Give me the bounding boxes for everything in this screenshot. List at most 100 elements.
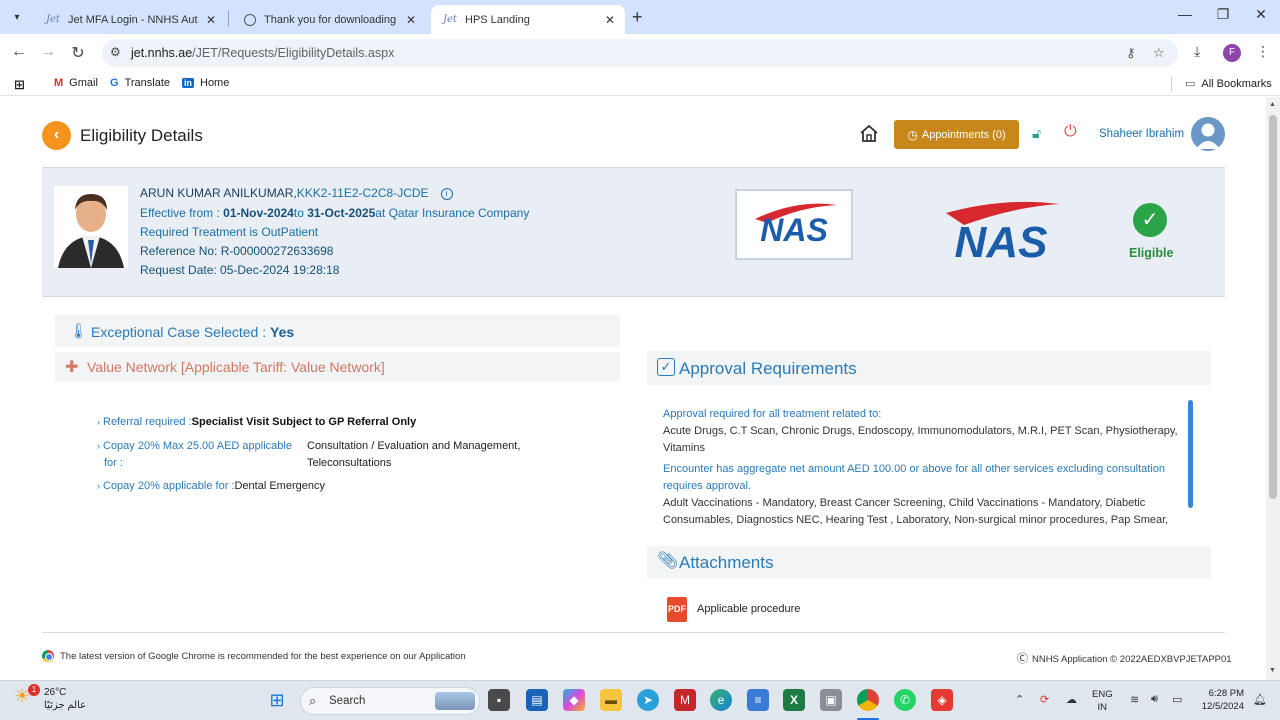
- file-explorer-icon[interactable]: ▬: [600, 689, 622, 711]
- close-icon[interactable]: ✕: [404, 13, 418, 27]
- notification-bell-icon[interactable]: 🔔︎: [1253, 693, 1267, 706]
- appointments-icon: ◷: [907, 127, 918, 142]
- bookmark-gmail[interactable]: M Gmail: [54, 77, 98, 89]
- tab-label: Thank you for downloading An: [264, 13, 398, 26]
- close-icon[interactable]: ✕: [204, 13, 218, 27]
- all-bookmarks[interactable]: ▭ All Bookmarks: [1185, 77, 1272, 91]
- tab-jet-mfa[interactable]: Jet Jet MFA Login - NNHS Authenti ✕: [34, 5, 226, 34]
- thermometer-icon: 🌡︎: [69, 323, 89, 340]
- exceptional-case-bar: 🌡︎ Exceptional Case Selected : Yes: [55, 315, 620, 347]
- download-icon[interactable]: ⤓: [1194, 43, 1200, 60]
- address-bar[interactable]: ⚙ jet.nnhs.ae/JET/Requests/EligibilityDe…: [102, 39, 1178, 67]
- chrome-taskbar-icon[interactable]: [857, 689, 879, 711]
- insurer-logo-small: NAS: [735, 189, 853, 260]
- scroll-up-icon[interactable]: ▲: [1269, 101, 1276, 108]
- menu-icon[interactable]: ⋮: [1256, 43, 1270, 60]
- onedrive-icon[interactable]: ☁: [1066, 693, 1077, 706]
- back-icon[interactable]: ←: [9, 43, 29, 61]
- photos-icon[interactable]: ▣: [820, 689, 842, 711]
- chrome-icon: [42, 650, 54, 662]
- bookmark-star-icon[interactable]: ☆: [1153, 45, 1165, 61]
- translate-icon: G: [110, 77, 119, 89]
- chevron-right-icon: ›: [97, 441, 100, 451]
- scroll-thumb[interactable]: [1269, 115, 1277, 499]
- tab-label: Jet MFA Login - NNHS Authenti: [68, 13, 198, 26]
- tab-label: HPS Landing: [465, 13, 530, 26]
- copilot-icon[interactable]: ◆: [563, 689, 585, 711]
- user-name[interactable]: Shaheer Ibrahim: [1099, 128, 1184, 140]
- close-icon[interactable]: ✕: [603, 13, 617, 27]
- attachment-link[interactable]: Applicable procedure: [697, 603, 800, 615]
- whatsapp-icon[interactable]: ✆: [894, 689, 916, 711]
- bookmark-home[interactable]: in Home: [182, 77, 229, 89]
- profile-avatar[interactable]: F: [1223, 44, 1241, 62]
- svg-text:NAS: NAS: [760, 212, 828, 248]
- bookmarks-bar: ⊞ M Gmail G Translate in Home ▭ All Book…: [0, 72, 1280, 96]
- patient-name-line: ARUN KUMAR ANILKUMAR,KKK2-11E2-C2C8-JCDE…: [140, 186, 453, 200]
- forward-icon[interactable]: →: [38, 43, 58, 61]
- treatment-line: Required Treatment is OutPatient: [140, 225, 319, 239]
- temperature: 26°C: [44, 687, 67, 698]
- volume-icon[interactable]: 🔊︎: [1151, 693, 1158, 706]
- tab-thank-you[interactable]: Thank you for downloading An ✕: [232, 5, 426, 34]
- footer-divider: [42, 632, 1225, 633]
- minimize-icon[interactable]: —: [1170, 6, 1200, 22]
- page-scrollbar[interactable]: ▲ ▼: [1266, 97, 1280, 680]
- apps-grid-icon[interactable]: ⊞: [14, 77, 31, 93]
- edge-icon[interactable]: e: [710, 689, 732, 711]
- windows-start-icon[interactable]: ⊞: [266, 689, 288, 711]
- tab-search-icon[interactable]: ▾: [6, 6, 28, 28]
- jet-icon: Jet: [46, 14, 60, 25]
- excel-icon[interactable]: X: [783, 689, 805, 711]
- notepad-icon[interactable]: ≡: [747, 689, 769, 711]
- windows-taskbar: ☀ 1 26°C عالم جزئيًا ⊞ ⌕ Search ▪ ▤ ◆ ▬ ➤…: [0, 680, 1280, 720]
- telegram-icon[interactable]: ➤: [637, 689, 659, 711]
- tab-separator: [228, 11, 229, 27]
- effective-to: 31-Oct-2025: [307, 206, 376, 220]
- appointments-button[interactable]: ◷ Appointments (0): [894, 120, 1019, 149]
- taskbar-search[interactable]: ⌕ Search: [300, 687, 480, 715]
- power-icon[interactable]: ⏻: [1064, 123, 1077, 141]
- sync-icon[interactable]: ⟳: [1040, 693, 1049, 706]
- linkedin-icon: in: [182, 78, 194, 88]
- reload-icon[interactable]: ↻: [68, 43, 88, 63]
- back-button[interactable]: ‹: [42, 121, 71, 150]
- search-highlight-icon: [435, 692, 475, 710]
- url-text[interactable]: jet.nnhs.ae/JET/Requests/EligibilityDeta…: [131, 46, 394, 60]
- attachments-title: Attachments: [679, 553, 774, 572]
- tab-strip: ▾ Jet Jet MFA Login - NNHS Authenti ✕ Th…: [0, 0, 1280, 34]
- approval-scrollbar[interactable]: [1188, 400, 1193, 508]
- show-hidden-icons[interactable]: ⌃: [1015, 693, 1024, 706]
- language-indicator[interactable]: ENG IN: [1092, 688, 1113, 714]
- scroll-down-icon[interactable]: ▼: [1269, 667, 1276, 674]
- pdf-icon[interactable]: PDF: [667, 597, 687, 622]
- home-icon[interactable]: [859, 124, 879, 144]
- weather-widget[interactable]: ☀ 1 26°C عالم جزئيًا: [14, 684, 86, 712]
- browser-toolbar: ← → ↻ ⚙ jet.nnhs.ae/JET/Requests/Eligibi…: [0, 34, 1280, 72]
- site-settings-icon[interactable]: ⚙: [110, 45, 121, 59]
- store-icon[interactable]: ▤: [526, 689, 548, 711]
- bookmark-separator: [1171, 77, 1172, 91]
- bookmark-translate[interactable]: G Translate: [110, 77, 170, 89]
- svg-text:NAS: NAS: [955, 218, 1048, 263]
- anydesk-icon[interactable]: ◈: [931, 689, 953, 711]
- wifi-icon[interactable]: ≋: [1130, 693, 1139, 706]
- clock[interactable]: 6:28 PM 12/5/2024: [1198, 687, 1244, 713]
- page-title: Eligibility Details: [80, 126, 203, 145]
- gmail-icon: M: [54, 77, 64, 89]
- close-window-icon[interactable]: ✕: [1246, 6, 1276, 23]
- mcafee-icon[interactable]: M: [674, 689, 696, 711]
- value-network-text: Value Network [Applicable Tariff: Value …: [87, 359, 385, 375]
- tab-hps-landing[interactable]: Jet HPS Landing ✕: [431, 5, 625, 34]
- card-id: KKK2-11E2-C2C8-JCDE: [296, 186, 429, 200]
- user-avatar[interactable]: [1191, 117, 1225, 151]
- lock-icon[interactable]: 🔓︎: [1032, 125, 1041, 142]
- battery-icon[interactable]: ▭: [1172, 693, 1182, 706]
- info-icon[interactable]: i: [440, 188, 453, 200]
- patient-photo: [54, 186, 128, 268]
- task-view-icon[interactable]: ▪: [488, 689, 510, 711]
- reference-line: Reference No: R-000000272633698: [140, 244, 334, 258]
- maximize-icon[interactable]: ❐: [1208, 6, 1238, 23]
- new-tab-icon[interactable]: +: [632, 7, 643, 28]
- password-key-icon[interactable]: ⚷: [1126, 45, 1136, 61]
